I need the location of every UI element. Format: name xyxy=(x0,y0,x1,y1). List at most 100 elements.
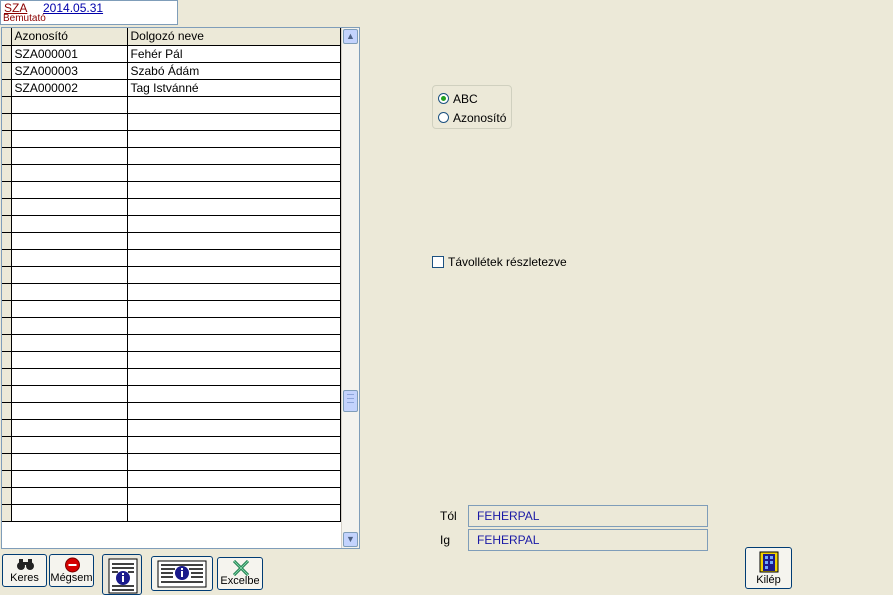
table-row[interactable] xyxy=(2,113,341,131)
search-button[interactable]: Keres xyxy=(2,554,47,587)
cell-employee-id[interactable] xyxy=(11,266,128,284)
cell-employee-name[interactable] xyxy=(127,215,341,233)
table-row[interactable]: SZA000003 Szabó Ádám xyxy=(2,62,341,80)
cell-employee-id[interactable] xyxy=(11,368,128,386)
table-row[interactable] xyxy=(2,470,341,488)
row-selector[interactable] xyxy=(2,317,12,335)
table-row[interactable] xyxy=(2,300,341,318)
cell-employee-name[interactable] xyxy=(127,453,341,471)
excel-export-button[interactable]: Excelbe xyxy=(217,557,263,590)
table-row[interactable] xyxy=(2,334,341,352)
cell-employee-name[interactable] xyxy=(127,385,341,403)
row-selector[interactable] xyxy=(2,249,12,267)
cell-employee-name[interactable]: Fehér Pál xyxy=(127,45,341,63)
cell-employee-name[interactable] xyxy=(127,317,341,335)
cell-employee-name[interactable] xyxy=(127,470,341,488)
cell-employee-name[interactable] xyxy=(127,96,341,114)
table-row[interactable] xyxy=(2,266,341,284)
row-selector[interactable] xyxy=(2,470,12,488)
table-row[interactable] xyxy=(2,215,341,233)
row-selector[interactable] xyxy=(2,419,12,437)
table-row[interactable] xyxy=(2,368,341,386)
cell-employee-id[interactable] xyxy=(11,130,128,148)
cell-employee-id[interactable] xyxy=(11,504,128,522)
cell-employee-id[interactable] xyxy=(11,96,128,114)
row-selector[interactable] xyxy=(2,504,12,522)
row-selector[interactable] xyxy=(2,266,12,284)
row-selector[interactable] xyxy=(2,181,12,199)
cell-employee-id[interactable] xyxy=(11,351,128,369)
table-row[interactable] xyxy=(2,249,341,267)
cell-employee-id[interactable]: SZA000002 xyxy=(11,79,128,97)
cell-employee-name[interactable] xyxy=(127,147,341,165)
cancel-button[interactable]: Mégsem xyxy=(49,554,94,587)
table-row[interactable] xyxy=(2,317,341,335)
row-selector[interactable] xyxy=(2,283,12,301)
row-selector[interactable] xyxy=(2,62,12,80)
row-selector[interactable] xyxy=(2,334,12,352)
table-row[interactable] xyxy=(2,164,341,182)
row-selector[interactable] xyxy=(2,436,12,454)
cell-employee-id[interactable] xyxy=(11,334,128,352)
from-field[interactable]: FEHERPAL xyxy=(468,505,708,527)
employee-grid[interactable]: Azonosító Dolgozó neve SZA000001 Fehér Pá… xyxy=(1,27,360,549)
table-row[interactable] xyxy=(2,351,341,369)
row-selector[interactable] xyxy=(2,79,12,97)
cell-employee-id[interactable] xyxy=(11,385,128,403)
row-selector[interactable] xyxy=(2,96,12,114)
cell-employee-name[interactable] xyxy=(127,300,341,318)
row-selector[interactable] xyxy=(2,402,12,420)
exit-button[interactable]: Kilép xyxy=(745,547,792,589)
row-selector[interactable] xyxy=(2,453,12,471)
row-selector[interactable] xyxy=(2,232,12,250)
table-row[interactable] xyxy=(2,283,341,301)
column-header-name[interactable]: Dolgozó neve xyxy=(127,28,341,46)
scroll-down-button[interactable]: ▼ xyxy=(343,532,358,547)
cell-employee-id[interactable] xyxy=(11,317,128,335)
list-info-button[interactable] xyxy=(151,556,213,591)
table-row[interactable] xyxy=(2,232,341,250)
grid-scrollbar[interactable]: ▲ ▼ xyxy=(341,28,359,548)
row-selector[interactable] xyxy=(2,198,12,216)
row-selector[interactable] xyxy=(2,45,12,63)
cell-employee-id[interactable] xyxy=(11,436,128,454)
table-row[interactable] xyxy=(2,419,341,437)
table-row[interactable] xyxy=(2,385,341,403)
row-selector[interactable] xyxy=(2,368,12,386)
cell-employee-name[interactable] xyxy=(127,198,341,216)
cell-employee-name[interactable] xyxy=(127,368,341,386)
cell-employee-id[interactable] xyxy=(11,402,128,420)
row-selector[interactable] xyxy=(2,130,12,148)
cell-employee-id[interactable] xyxy=(11,232,128,250)
cell-employee-id[interactable] xyxy=(11,215,128,233)
cell-employee-id[interactable] xyxy=(11,113,128,131)
cell-employee-id[interactable] xyxy=(11,453,128,471)
scroll-up-button[interactable]: ▲ xyxy=(343,29,358,44)
row-selector[interactable] xyxy=(2,300,12,318)
table-row[interactable]: SZA000001 Fehér Pál xyxy=(2,45,341,63)
table-row[interactable] xyxy=(2,96,341,114)
column-header-id[interactable]: Azonosító xyxy=(11,28,128,46)
cell-employee-id[interactable] xyxy=(11,249,128,267)
cell-employee-id[interactable] xyxy=(11,198,128,216)
table-row[interactable]: SZA000002 Tag Istvánné xyxy=(2,79,341,97)
cell-employee-name[interactable] xyxy=(127,419,341,437)
row-selector[interactable] xyxy=(2,487,12,505)
table-row[interactable] xyxy=(2,436,341,454)
row-selector[interactable] xyxy=(2,215,12,233)
cell-employee-id[interactable] xyxy=(11,283,128,301)
table-row[interactable] xyxy=(2,453,341,471)
cell-employee-name[interactable]: Szabó Ádám xyxy=(127,62,341,80)
row-selector[interactable] xyxy=(2,147,12,165)
cell-employee-id[interactable] xyxy=(11,181,128,199)
row-selector[interactable] xyxy=(2,351,12,369)
cell-employee-id[interactable] xyxy=(11,300,128,318)
cell-employee-name[interactable] xyxy=(127,249,341,267)
row-selector[interactable] xyxy=(2,385,12,403)
document-info-button[interactable] xyxy=(102,554,142,595)
cell-employee-name[interactable] xyxy=(127,436,341,454)
cell-employee-name[interactable] xyxy=(127,351,341,369)
cell-employee-id[interactable] xyxy=(11,470,128,488)
table-row[interactable] xyxy=(2,130,341,148)
cell-employee-name[interactable]: Tag Istvánné xyxy=(127,79,341,97)
